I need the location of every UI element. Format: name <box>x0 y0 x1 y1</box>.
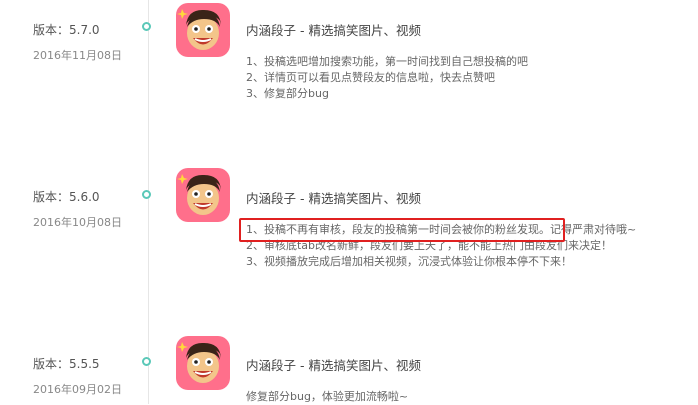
timeline-dot <box>142 190 151 199</box>
app-icon[interactable] <box>176 168 230 222</box>
laughing-face-icon <box>177 174 221 215</box>
release-date: 2016年09月02日 <box>33 383 122 396</box>
highlight-annotation-box <box>239 218 565 242</box>
note-line: 修复部分bug，体验更加流畅啦~ <box>246 390 409 403</box>
version-label: 版本：5.5.5 <box>33 357 100 371</box>
note-line: 3、视频播放完成后增加相关视频，沉浸式体验让你根本停不下来！ <box>246 255 572 268</box>
release-notes: 修复部分bug，体验更加流畅啦~ <box>246 389 408 405</box>
app-title: 内涵段子 - 精选搞笑图片、视频 <box>246 358 421 373</box>
laughing-face-icon <box>177 342 221 383</box>
release-date: 2016年10月08日 <box>33 216 122 229</box>
app-title: 内涵段子 - 精选搞笑图片、视频 <box>246 191 421 206</box>
release-entry: 版本：5.5.5 2016年09月02日 内涵段子 - 精选搞笑图片、视频 修复… <box>0 0 698 403</box>
timeline-dot <box>142 357 151 366</box>
version-label: 版本：5.6.0 <box>33 190 100 204</box>
app-icon[interactable] <box>176 336 230 390</box>
